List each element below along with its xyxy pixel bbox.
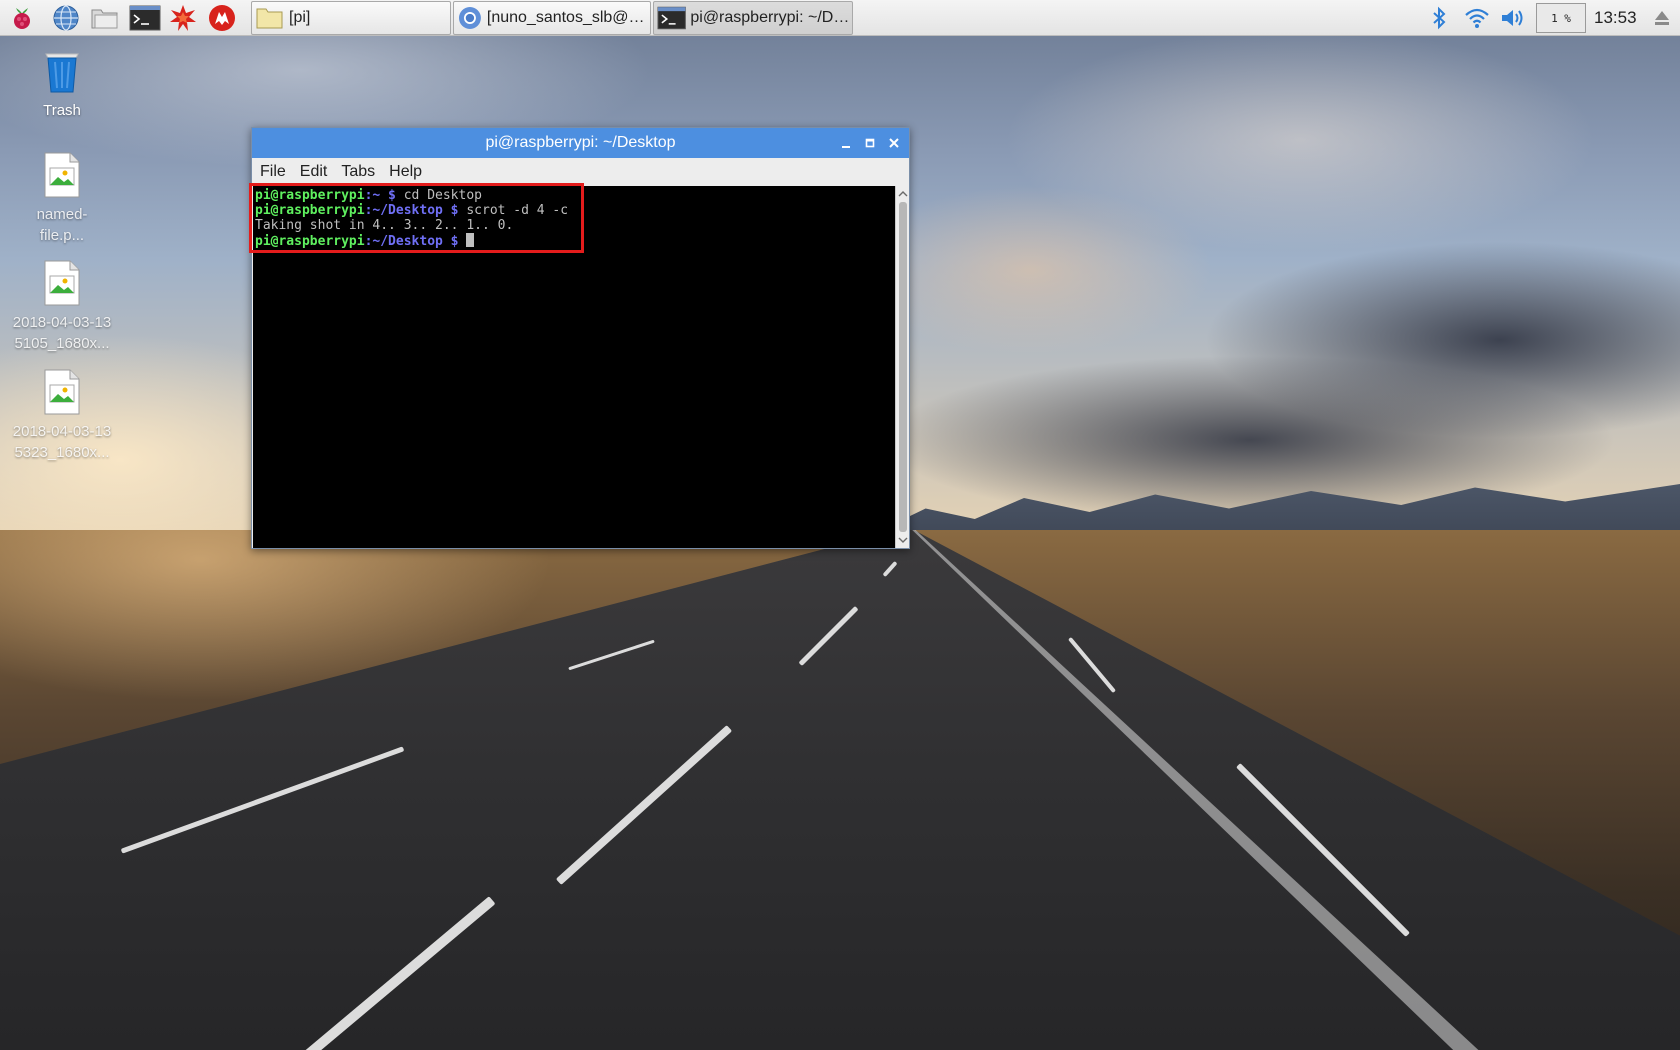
bluetooth-tray-button[interactable]: [1428, 4, 1450, 32]
desktop-icon-label-line: 2018-04-03-13: [12, 423, 112, 440]
terminal-icon: [657, 6, 686, 30]
window-title: pi@raspberrypi: ~/Desktop: [485, 134, 676, 151]
prompt-path: :~: [364, 188, 381, 203]
desktop-icon-image-file[interactable]: 2018-04-03-13 5323_1680x...: [7, 369, 117, 463]
chromium-icon: [458, 7, 481, 29]
folder-icon: [91, 9, 118, 29]
file-manager-launcher[interactable]: [89, 3, 121, 33]
desktop-icon-image-file[interactable]: named- file.p...: [7, 152, 117, 246]
maximize-icon: [865, 138, 875, 148]
bluetooth-icon: [1433, 6, 1446, 30]
web-browser-launcher[interactable]: [50, 3, 82, 33]
prompt-symbol: $: [380, 188, 404, 203]
minimize-button[interactable]: [836, 133, 856, 153]
cpu-usage-value: 1 %: [1551, 11, 1571, 25]
scroll-up-button[interactable]: [897, 188, 909, 200]
terminal-window[interactable]: pi@raspberrypi: ~/Desktop File Edit Tabs…: [251, 127, 910, 549]
raspberry-menu-button[interactable]: [6, 3, 38, 33]
terminal-line: Taking shot in 4.. 3.. 2.. 1.. 0.: [255, 218, 895, 233]
terminal-line: pi@raspberrypi:~/Desktop $ scrot -d 4 -c: [255, 203, 895, 218]
terminal-line: pi@raspberrypi:~ $ cd Desktop: [255, 188, 895, 203]
wolfram-icon: [209, 5, 235, 31]
clock[interactable]: 13:53: [1594, 8, 1637, 28]
prompt-path: :~/Desktop: [364, 203, 443, 218]
image-file-icon: [44, 369, 80, 415]
terminal-icon: [129, 5, 161, 31]
desktop-icon-label: Trash: [43, 102, 81, 119]
prompt-symbol: $: [442, 234, 467, 249]
desktop-icon-label-line: named-: [36, 206, 88, 223]
volume-icon: [1502, 10, 1523, 26]
terminal-output[interactable]: pi@raspberrypi:~ $ cd Desktop pi@raspber…: [253, 186, 895, 548]
desktop-icon-label-line: file.p...: [39, 227, 85, 244]
prompt-path: :~/Desktop: [364, 234, 443, 249]
prompt-user: pi@raspberrypi: [255, 188, 365, 203]
terminal-launcher[interactable]: [129, 3, 161, 33]
desktop-icon-trash[interactable]: Trash: [7, 46, 117, 121]
mathematica-icon: [170, 5, 196, 31]
task-button-file-manager[interactable]: [pi]: [251, 1, 451, 35]
prompt-user: pi@raspberrypi: [255, 203, 365, 218]
window-titlebar[interactable]: pi@raspberrypi: ~/Desktop: [252, 128, 909, 158]
mathematica-launcher[interactable]: [167, 3, 199, 33]
menu-help[interactable]: Help: [389, 163, 422, 181]
desktop-icon-image-file[interactable]: 2018-04-03-13 5105_1680x...: [7, 260, 117, 354]
wifi-icon: [1465, 8, 1489, 28]
terminal-cursor: [466, 233, 475, 247]
folder-icon: [256, 8, 283, 29]
menu-edit[interactable]: Edit: [300, 163, 328, 181]
desktop-icon-label: named- file.p...: [7, 204, 117, 246]
command-text: scrot -d 4 -c: [466, 203, 569, 218]
close-button[interactable]: [884, 133, 904, 153]
desktop-icon-label-line: 5323_1680x...: [14, 444, 110, 461]
task-label: pi@raspberrypi: ~/De...: [690, 9, 852, 26]
wolfram-launcher[interactable]: [206, 3, 238, 33]
prompt-user: pi@raspberrypi: [255, 234, 365, 249]
terminal-line: pi@raspberrypi:~/Desktop $: [255, 233, 895, 249]
desktop-icon-label: 2018-04-03-13 5323_1680x...: [7, 421, 117, 463]
eject-icon: [1655, 11, 1669, 25]
eject-tray-button[interactable]: [1650, 4, 1674, 32]
trash-icon: [45, 53, 79, 93]
volume-tray-button[interactable]: [1498, 4, 1528, 32]
wifi-tray-button[interactable]: [1462, 4, 1492, 32]
cpu-usage-monitor[interactable]: 1 %: [1536, 3, 1586, 33]
command-text: cd Desktop: [403, 188, 482, 203]
chevron-down-icon: [898, 537, 908, 543]
desktop-icon-label-line: 2018-04-03-13: [12, 314, 112, 331]
globe-icon: [53, 5, 79, 31]
scroll-down-button[interactable]: [897, 534, 909, 546]
menubar: File Edit Tabs Help: [252, 158, 909, 186]
task-button-terminal[interactable]: pi@raspberrypi: ~/De...: [653, 1, 853, 35]
image-file-icon: [44, 152, 80, 198]
terminal-scrollbar[interactable]: [895, 186, 909, 548]
image-file-icon: [44, 260, 80, 306]
close-icon: [889, 138, 899, 148]
desktop-icon-label: 2018-04-03-13 5105_1680x...: [7, 312, 117, 354]
task-button-chromium[interactable]: [nuno_santos_slb@h...: [453, 1, 651, 35]
prompt-symbol: $: [442, 203, 467, 218]
task-label: [nuno_santos_slb@h...: [486, 9, 650, 26]
maximize-button[interactable]: [860, 133, 880, 153]
desktop-icon-label-line: 5105_1680x...: [14, 335, 110, 352]
scroll-thumb[interactable]: [899, 202, 907, 532]
menu-tabs[interactable]: Tabs: [341, 163, 375, 181]
chevron-up-icon: [898, 191, 908, 197]
menu-file[interactable]: File: [260, 163, 286, 181]
command-output: Taking shot in 4.. 3.. 2.. 1.. 0.: [255, 218, 514, 233]
minimize-icon: [842, 146, 850, 148]
raspberry-icon: [14, 8, 30, 29]
task-label: [pi]: [289, 9, 311, 26]
taskbar: [pi] [nuno_santos_slb@h... pi@raspberryp…: [0, 0, 1680, 36]
